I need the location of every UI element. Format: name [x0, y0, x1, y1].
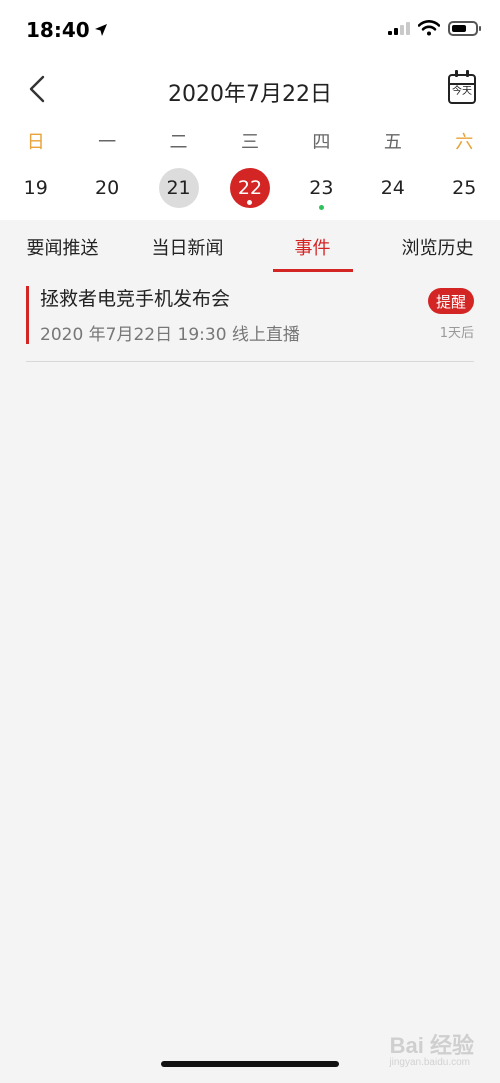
day-cell-25[interactable]: 25	[429, 164, 500, 212]
watermark-logo: Bai 经验	[389, 1033, 474, 1058]
battery-icon	[448, 20, 481, 36]
status-icons	[388, 20, 481, 36]
day-cell-20[interactable]: 20	[71, 164, 142, 212]
day-cell-23[interactable]: 23	[286, 164, 357, 212]
event-dot	[318, 205, 324, 210]
day-number: 21	[158, 168, 199, 208]
weekday-tue: 二	[169, 132, 188, 153]
weekday-mon: 一	[98, 132, 117, 153]
watermark-url: jingyan.baidu.com	[389, 1057, 470, 1068]
status-time: 18:40	[26, 18, 90, 42]
day-number: 23	[309, 177, 334, 199]
today-button[interactable]: 今天	[448, 70, 476, 104]
nav-bar: 2020年7月22日 今天	[0, 60, 500, 118]
day-cell-24[interactable]: 24	[357, 164, 428, 212]
tab-daily-news[interactable]: 当日新闻	[125, 220, 250, 274]
tab-events[interactable]: 事件	[250, 220, 375, 274]
calendar-header-panel: 18:40 2020年7月22日 今天 日 一 二 三 四 五 六 19 20 …	[0, 0, 500, 220]
day-number: 19	[23, 177, 48, 199]
event-datetime: 2020 年7月22日 19:30 线上直播	[40, 325, 300, 345]
weekday-sat: 六	[455, 132, 474, 153]
weekday-fri: 五	[383, 132, 402, 153]
event-accent-bar	[26, 286, 29, 344]
status-bar: 18:40	[0, 0, 500, 60]
day-cell-19[interactable]: 19	[0, 164, 71, 212]
day-cell-21[interactable]: 21	[143, 164, 214, 212]
day-number: 20	[95, 177, 120, 199]
signal-icon	[388, 21, 410, 35]
calendar-icon-label: 今天	[452, 86, 472, 97]
wifi-icon	[418, 20, 440, 36]
day-number: 24	[380, 177, 405, 199]
day-number: 25	[452, 177, 477, 199]
weekday-thu: 四	[312, 132, 331, 153]
week-days-row: 19 20 21 22 23 24 25	[0, 164, 500, 220]
event-relative-time: 1天后	[439, 326, 474, 341]
tab-history[interactable]: 浏览历史	[375, 220, 500, 274]
location-arrow-icon	[94, 24, 107, 36]
tab-bar: 要闻推送 当日新闻 事件 浏览历史	[0, 220, 500, 274]
weekday-header: 日 一 二 三 四 五 六	[0, 118, 500, 164]
remind-button[interactable]: 提醒	[427, 288, 474, 314]
event-item[interactable]: 拯救者电竞手机发布会 2020 年7月22日 19:30 线上直播 提醒 1天后	[26, 282, 474, 362]
status-time-wrap: 18:40	[26, 18, 108, 42]
tab-headlines[interactable]: 要闻推送	[0, 220, 125, 274]
weekday-wed: 三	[240, 132, 259, 153]
home-indicator[interactable]	[161, 1061, 339, 1067]
page-title: 2020年7月22日	[168, 82, 332, 107]
day-cell-22-selected[interactable]: 22	[214, 164, 285, 212]
event-title: 拯救者电竞手机发布会	[40, 288, 231, 310]
weekday-sun: 日	[26, 132, 45, 153]
